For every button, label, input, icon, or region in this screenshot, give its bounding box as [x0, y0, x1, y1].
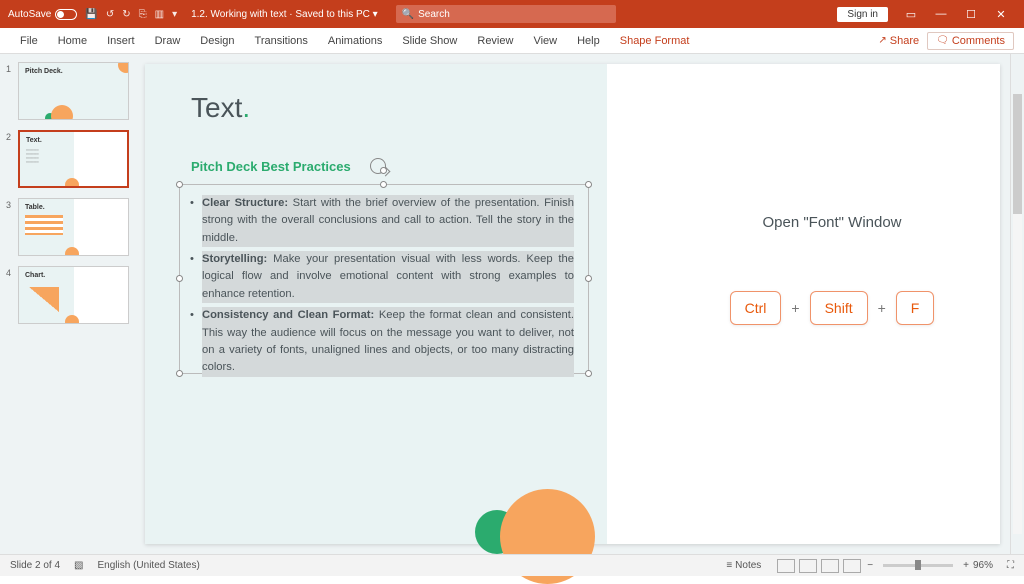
callout-label: Open "Font" Window	[682, 214, 982, 231]
tab-shape-format[interactable]: Shape Format	[610, 28, 700, 53]
fit-to-window-icon[interactable]: ⛶	[1007, 560, 1014, 571]
bullet-item: Consistency and Clean Format: Keep the f…	[202, 307, 574, 376]
thumbnail-3[interactable]: Table.	[18, 198, 129, 256]
search-box[interactable]: 🔍 Search	[396, 5, 616, 23]
resize-handle[interactable]	[176, 370, 183, 377]
selected-textbox[interactable]: Clear Structure: Start with the brief ov…	[179, 184, 589, 374]
bullet-item: Clear Structure: Start with the brief ov…	[202, 195, 574, 247]
sign-in-button[interactable]: Sign in	[837, 7, 888, 22]
slide-content: Text. Pitch Deck Best Practices Clear St…	[145, 64, 1000, 544]
scrollbar-thumb[interactable]	[1013, 94, 1022, 214]
normal-view-icon[interactable]	[777, 559, 795, 573]
search-icon: 🔍	[402, 9, 414, 20]
tab-insert[interactable]: Insert	[97, 28, 145, 53]
resize-handle[interactable]	[585, 370, 592, 377]
maximize-icon[interactable]: ☐	[956, 8, 986, 21]
tab-draw[interactable]: Draw	[145, 28, 191, 53]
tab-file[interactable]: File	[10, 28, 48, 53]
comments-button[interactable]: Comments	[927, 32, 1014, 50]
shortcut-callout: Open "Font" Window Ctrl + Shift + F	[682, 214, 982, 325]
more-icon[interactable]: ▾	[172, 9, 177, 20]
thumbnail-4[interactable]: Chart.	[18, 266, 129, 324]
titlebar: AutoSave 💾 ↺ ↻ ⎘ ▥ ▾ 1.2. Working with t…	[0, 0, 1024, 28]
resize-handle[interactable]	[176, 181, 183, 188]
slideshow-view-icon[interactable]	[843, 559, 861, 573]
slide-counter[interactable]: Slide 2 of 4	[10, 560, 60, 571]
tab-home[interactable]: Home	[48, 28, 97, 53]
key-shift: Shift	[810, 291, 868, 325]
zoom-level[interactable]: 96%	[973, 560, 993, 571]
resize-handle[interactable]	[585, 181, 592, 188]
save-icon[interactable]: 💾	[85, 9, 97, 20]
workspace: 1 Pitch Deck. 2 Text. ━━━━━━━━━━━━━━━━━━…	[0, 54, 1024, 554]
minimize-icon[interactable]: —	[926, 8, 956, 20]
redo-icon[interactable]: ↻	[122, 9, 130, 20]
slide-canvas[interactable]: Text. Pitch Deck Best Practices Clear St…	[145, 64, 1000, 544]
close-icon[interactable]: ✕	[986, 8, 1016, 21]
tab-review[interactable]: Review	[467, 28, 523, 53]
tab-view[interactable]: View	[523, 28, 567, 53]
sorter-view-icon[interactable]	[799, 559, 817, 573]
reading-view-icon[interactable]	[821, 559, 839, 573]
document-title[interactable]: 1.2. Working with text · Saved to this P…	[191, 9, 384, 20]
autosave-label: AutoSave	[8, 9, 51, 20]
autosave-toggle[interactable]: AutoSave	[8, 9, 77, 20]
zoom-out-button[interactable]: −	[867, 560, 873, 571]
slide-thumbnails: 1 Pitch Deck. 2 Text. ━━━━━━━━━━━━━━━━━━…	[0, 54, 135, 554]
key-ctrl: Ctrl	[730, 291, 782, 325]
resize-handle[interactable]	[176, 275, 183, 282]
thumbnail-2[interactable]: Text. ━━━━━━━━━━━━━━━━━━━━━━━━━━━━	[18, 130, 129, 188]
bullet-item: Storytelling: Make your presentation vis…	[202, 251, 574, 303]
slide-subtitle: Pitch Deck Best Practices	[191, 159, 351, 174]
tab-animations[interactable]: Animations	[318, 28, 392, 53]
share-button[interactable]: Share	[870, 35, 927, 47]
ribbon-tabs: File Home Insert Draw Design Transitions…	[0, 28, 1024, 54]
touch-icon[interactable]: ⎘	[139, 9, 147, 20]
zoom-slider[interactable]	[883, 564, 953, 567]
notes-button[interactable]: ≡ Notes	[726, 560, 761, 571]
search-placeholder: Search	[418, 9, 450, 20]
zoom-in-button[interactable]: +	[963, 560, 969, 571]
bullet-list: Clear Structure: Start with the brief ov…	[180, 185, 588, 391]
accessibility-icon[interactable]: ▧	[74, 560, 83, 571]
quick-access-toolbar: 💾 ↺ ↻ ⎘ ▥ ▾	[85, 9, 177, 20]
language-status[interactable]: English (United States)	[98, 560, 200, 571]
undo-icon[interactable]: ↺	[106, 9, 114, 20]
ribbon-mode-icon[interactable]: ▭	[896, 8, 926, 21]
tab-transitions[interactable]: Transitions	[245, 28, 318, 53]
rotate-handle[interactable]	[380, 167, 387, 174]
status-bar: Slide 2 of 4 ▧ English (United States) ≡…	[0, 554, 1024, 576]
thumbnail-1[interactable]: Pitch Deck.	[18, 62, 129, 120]
present-icon[interactable]: ▥	[155, 9, 164, 20]
vertical-scrollbar[interactable]	[1010, 54, 1024, 554]
toggle-icon	[55, 9, 77, 20]
slide-title: Text.	[191, 92, 250, 124]
tab-help[interactable]: Help	[567, 28, 610, 53]
key-f: F	[896, 291, 935, 325]
resize-handle[interactable]	[585, 275, 592, 282]
tab-design[interactable]: Design	[190, 28, 244, 53]
tab-slide-show[interactable]: Slide Show	[392, 28, 467, 53]
resize-handle[interactable]	[380, 181, 387, 188]
